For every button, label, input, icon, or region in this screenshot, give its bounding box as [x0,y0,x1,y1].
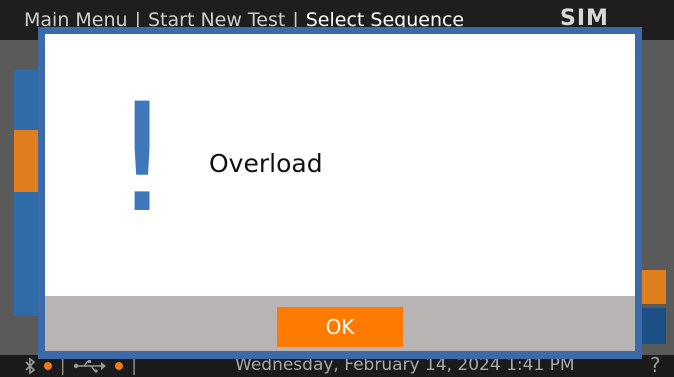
right-action-tile[interactable] [640,308,666,344]
dialog-message: Overload [209,149,323,178]
dialog-body: ! Overload [45,34,635,296]
right-action-tile[interactable] [640,270,666,304]
dialog-footer: OK [45,296,635,351]
ok-button[interactable]: OK [277,307,403,347]
status-indicator-dot [115,361,124,370]
exclamation-icon: ! [112,72,173,246]
status-indicator-dot [44,361,52,370]
bluetooth-icon [25,356,36,375]
help-icon[interactable]: ? [650,353,661,377]
alert-dialog: ! Overload OK [38,27,642,359]
usb-icon [74,359,107,373]
